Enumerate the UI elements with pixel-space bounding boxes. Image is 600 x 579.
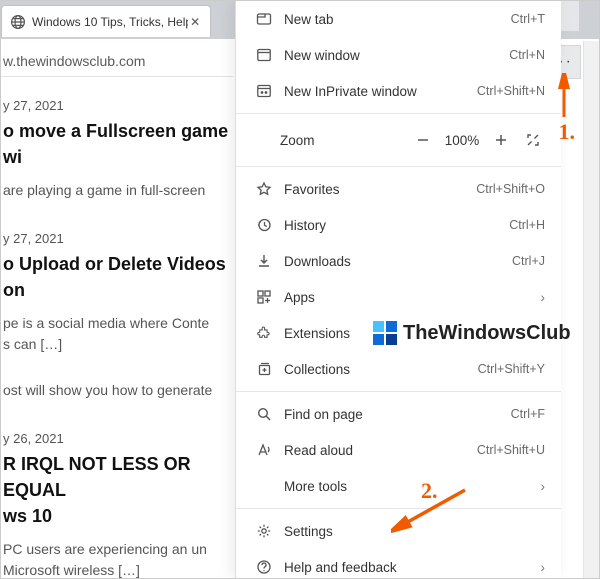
menu-item-label: History [276,218,509,233]
menu-item-find[interactable]: Find on page Ctrl+F [236,396,561,432]
menu-item-label: Help and feedback [276,560,529,575]
gear-icon [252,523,276,539]
read-aloud-icon [252,442,276,458]
post-excerpt: ost will show you how to generate [3,380,235,400]
post-title: R IRQL NOT LESS OR EQUAL ws 10 [3,451,235,529]
menu-item-shortcut: Ctrl+H [509,218,545,232]
chevron-right-icon: › [529,560,545,575]
search-icon [252,406,276,422]
collections-icon [252,361,276,377]
zoom-label: Zoom [248,133,407,148]
tab-icon [252,11,276,27]
windows-logo-icon [373,321,397,345]
menu-item-help[interactable]: Help and feedback › [236,549,561,579]
apps-icon [252,289,276,305]
menu-item-shortcut: Ctrl+T [511,12,545,26]
menu-item-label: Collections [276,362,478,377]
vertical-scrollbar[interactable] [583,41,599,578]
post-title: o Upload or Delete Videos on [3,251,235,303]
help-icon [252,559,276,575]
post-excerpt: pe is a social media where Conte s can [… [3,313,235,354]
annotation-label-2: 2. [421,478,438,504]
chevron-right-icon: › [529,479,545,494]
download-icon [252,253,276,269]
post-date: y 27, 2021 [3,97,235,116]
post-excerpt: are playing a game in full-screen [3,180,235,200]
menu-item-label: New tab [276,12,511,27]
page-content: y 27, 2021 o move a Fullscreen game wi a… [3,83,235,578]
menu-item-history[interactable]: History Ctrl+H [236,207,561,243]
menu-item-shortcut: Ctrl+J [512,254,545,268]
menu-item-label: New InPrivate window [276,84,477,99]
window-icon [252,47,276,63]
menu-separator [236,391,561,392]
close-icon[interactable]: ✕ [188,15,202,29]
menu-item-label: Find on page [276,407,511,422]
address-bar-fragment[interactable]: w.thewindowsclub.com [1,45,233,77]
zoom-percent: 100% [439,133,485,148]
zoom-out-button[interactable] [407,124,439,156]
menu-item-label: Read aloud [276,443,477,458]
menu-item-shortcut: Ctrl+Shift+N [477,84,545,98]
menu-item-collections[interactable]: Collections Ctrl+Shift+Y [236,351,561,387]
annotation-arrow-1 [563,79,565,119]
menu-separator [236,113,561,114]
menu-item-new-window[interactable]: New window Ctrl+N [236,37,561,73]
post-date: y 26, 2021 [3,430,235,449]
post-excerpt: PC users are experiencing an un Microsof… [3,539,235,578]
browser-tab[interactable]: Windows 10 Tips, Tricks, Help, Su ✕ [1,5,211,37]
menu-item-shortcut: Ctrl+Shift+O [476,182,545,196]
menu-item-shortcut: Ctrl+N [509,48,545,62]
menu-item-new-tab[interactable]: New tab Ctrl+T [236,1,561,37]
extensions-icon [252,325,276,341]
menu-item-label: Downloads [276,254,512,269]
tab-title: Windows 10 Tips, Tricks, Help, Su [32,15,188,29]
menu-item-shortcut: Ctrl+Shift+U [477,443,545,457]
menu-item-shortcut: Ctrl+F [511,407,545,421]
menu-item-shortcut: Ctrl+Shift+Y [478,362,545,376]
menu-item-favorites[interactable]: Favorites Ctrl+Shift+O [236,171,561,207]
history-icon [252,217,276,233]
post-title: o move a Fullscreen game wi [3,118,235,170]
post-date: y 27, 2021 [3,230,235,249]
star-icon [252,181,276,197]
fullscreen-button[interactable] [517,124,549,156]
globe-icon [10,14,26,30]
chevron-right-icon: › [529,290,545,305]
inprivate-icon [252,83,276,99]
menu-item-apps[interactable]: Apps › [236,279,561,315]
menu-separator [236,166,561,167]
watermark: TheWindowsClub [373,321,571,345]
menu-item-read-aloud[interactable]: Read aloud Ctrl+Shift+U [236,432,561,468]
menu-zoom-row: Zoom 100% [236,118,561,162]
zoom-in-button[interactable] [485,124,517,156]
menu-item-label: New window [276,48,509,63]
menu-item-new-inprivate[interactable]: New InPrivate window Ctrl+Shift+N [236,73,561,109]
menu-item-label: Favorites [276,182,476,197]
menu-item-label: Apps [276,290,529,305]
annotation-label-1: 1. [559,119,576,145]
menu-item-downloads[interactable]: Downloads Ctrl+J [236,243,561,279]
watermark-text: TheWindowsClub [403,322,571,345]
